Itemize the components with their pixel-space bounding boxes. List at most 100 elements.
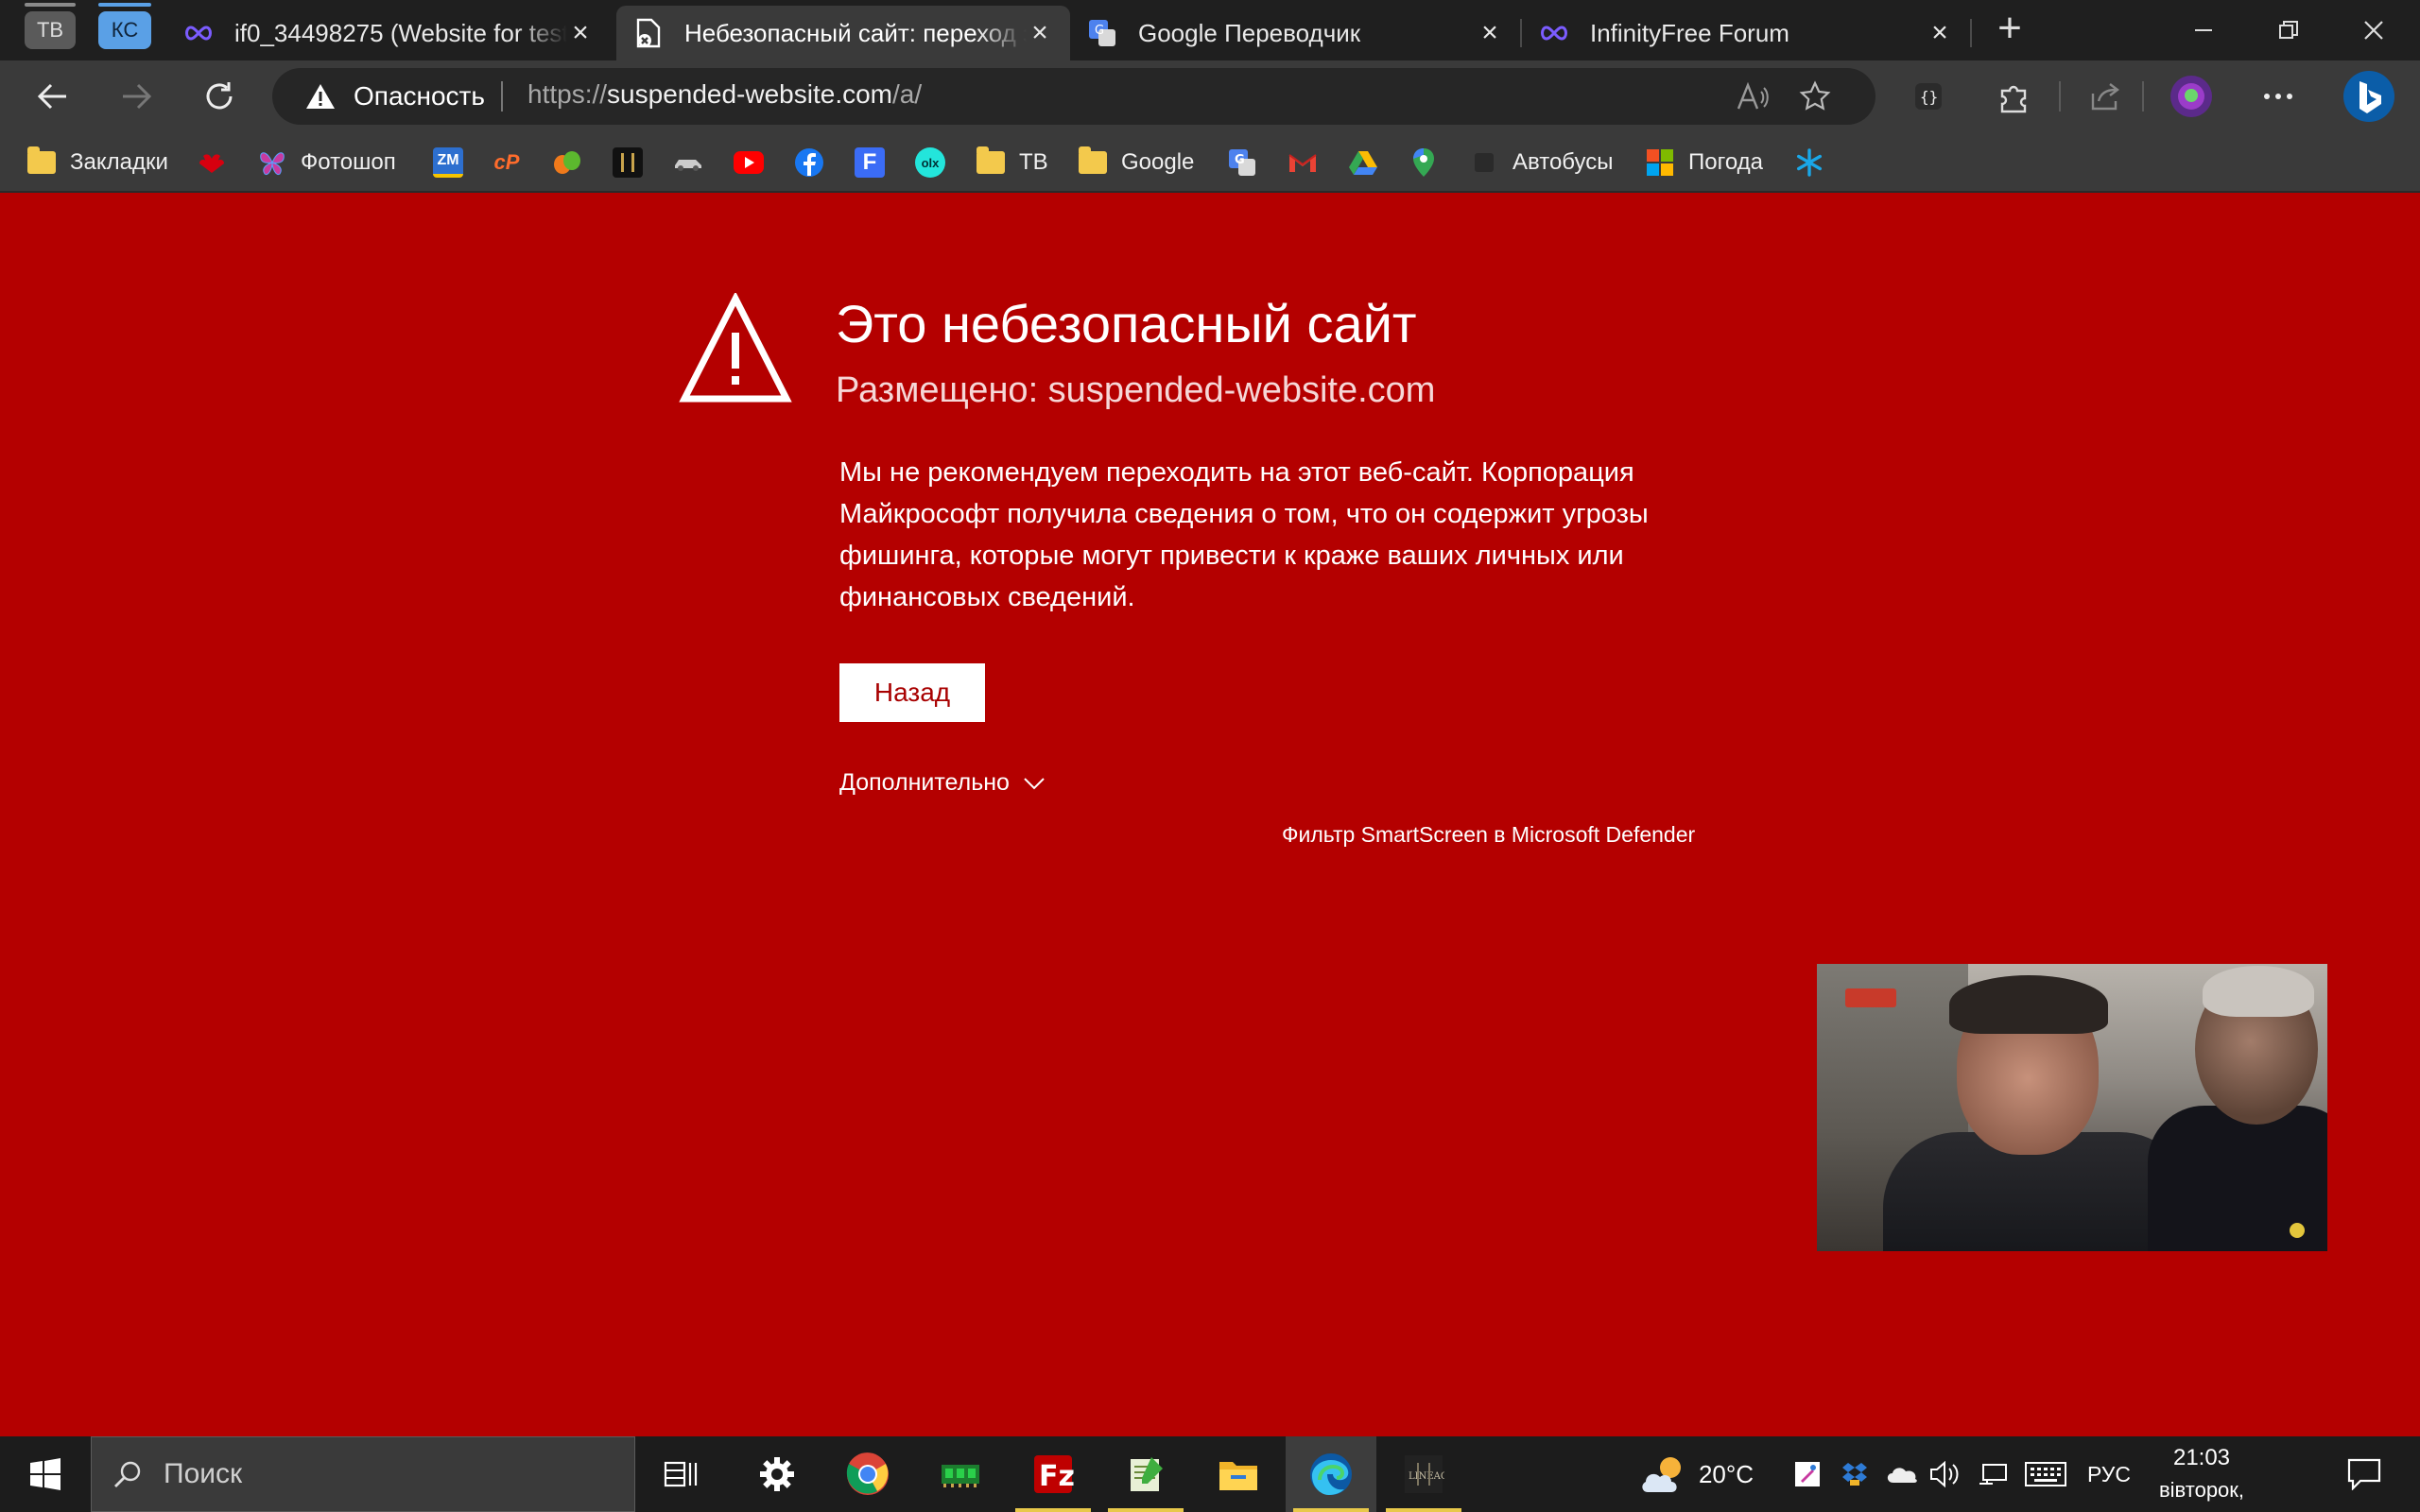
tab-close-button[interactable]: × xyxy=(1477,19,1503,47)
task-view-button[interactable] xyxy=(635,1436,726,1512)
tab-close-button[interactable]: × xyxy=(1027,19,1053,47)
tab-infinityfree-forum[interactable]: InfinityFree Forum × xyxy=(1522,6,1970,60)
tab-close-button[interactable]: × xyxy=(567,19,594,47)
bookmark-youtube[interactable] xyxy=(734,146,764,180)
lineage-app[interactable]: LINEAGE xyxy=(1378,1436,1469,1512)
input-language-indicator[interactable]: РУС xyxy=(2076,1436,2142,1512)
tab-unsafe-site[interactable]: Небезопасный сайт: переход за × xyxy=(616,6,1070,60)
go-back-button[interactable]: Назад xyxy=(839,663,985,722)
tab-title: Небезопасный сайт: переход за xyxy=(684,18,1027,47)
bookmark-photoshop[interactable]: Фотошоп xyxy=(257,146,396,180)
tab-infinityfree-site[interactable]: if0_34498275 (Website for test-k × xyxy=(166,6,611,60)
olx-icon: olx xyxy=(915,147,945,178)
chevron-down-icon xyxy=(1024,777,1045,789)
volume-icon[interactable] xyxy=(1928,1436,1962,1512)
bookmark-zakladki[interactable]: Закладки xyxy=(26,146,168,180)
more-details-label: Дополнительно xyxy=(839,769,1010,796)
more-menu-icon[interactable] xyxy=(2256,74,2301,119)
json-extension-icon[interactable]: {} xyxy=(1906,74,1951,119)
new-tab-button[interactable]: + xyxy=(1989,8,2031,51)
bookmark-leaf[interactable] xyxy=(552,146,582,180)
bookmark-facebook[interactable] xyxy=(794,146,824,180)
tab-group-indicator-kc xyxy=(98,3,151,7)
huawei-icon xyxy=(197,147,227,178)
tab-google-translate[interactable]: G Google Переводчик × xyxy=(1070,6,1520,60)
restore-button[interactable] xyxy=(2256,8,2322,53)
url-text[interactable]: https://suspended-website.com/a/ xyxy=(527,79,922,110)
weather-widget[interactable]: 20°C xyxy=(1630,1436,1762,1512)
notepad-app[interactable] xyxy=(1100,1436,1191,1512)
bookmark-olx[interactable]: olx xyxy=(915,146,945,180)
picture-in-picture-video[interactable] xyxy=(1817,964,2327,1251)
filezilla-app[interactable]: Fz xyxy=(1008,1436,1098,1512)
tab-group-tv[interactable]: ТВ xyxy=(25,11,76,49)
bookmark-label: Google xyxy=(1121,149,1195,175)
bookmark-cpanel[interactable]: cP xyxy=(492,146,522,180)
folder-icon xyxy=(976,146,1006,178)
site-warning-indicator[interactable]: Опасность xyxy=(304,81,485,112)
butterfly-icon xyxy=(257,147,287,178)
start-button[interactable] xyxy=(0,1436,91,1512)
kyivstar-icon xyxy=(1794,147,1824,178)
f-icon: F xyxy=(855,147,885,178)
keyboard-icon[interactable] xyxy=(2023,1436,2068,1512)
more-details-toggle[interactable]: Дополнительно xyxy=(839,769,1046,797)
tab-close-button[interactable]: × xyxy=(1927,19,1953,47)
onedrive-icon[interactable] xyxy=(1885,1436,1919,1512)
forward-arrow-button[interactable] xyxy=(113,74,159,119)
profile-avatar[interactable] xyxy=(2169,74,2214,119)
bookmark-weather[interactable]: Погода xyxy=(1645,146,1763,180)
read-aloud-icon[interactable] xyxy=(1736,79,1770,113)
bookmark-bars[interactable] xyxy=(613,146,643,180)
taskbar-search[interactable]: Поиск xyxy=(91,1436,635,1512)
tab-group-kc[interactable]: КС xyxy=(98,11,151,49)
bookmark-google-maps[interactable] xyxy=(1409,146,1439,180)
favorite-star-icon[interactable] xyxy=(1798,79,1832,113)
bookmark-label: Закладки xyxy=(70,149,168,175)
chrome-app[interactable] xyxy=(822,1436,913,1512)
tray-app-icon[interactable] xyxy=(1838,1436,1872,1512)
refresh-button[interactable] xyxy=(197,74,242,119)
warning-label: Опасность xyxy=(354,81,485,111)
warning-title: Это небезопасный сайт xyxy=(836,294,1417,353)
bookmark-label: Автобусы xyxy=(1512,149,1614,175)
bookmark-zm[interactable]: ZM xyxy=(433,146,463,180)
bookmark-google-folder[interactable]: Google xyxy=(1078,146,1194,180)
notification-icon xyxy=(2347,1458,2381,1490)
bing-copilot-icon[interactable] xyxy=(2339,66,2399,127)
svg-text:Fz: Fz xyxy=(1039,1460,1074,1493)
network-icon[interactable] xyxy=(1976,1436,2010,1512)
settings-icon xyxy=(760,1457,794,1491)
bookmarks-bar: Закладки Фотошоп ZM cP F olx ТВ Google G… xyxy=(0,132,2420,193)
tray-app-icon[interactable] xyxy=(1790,1436,1824,1512)
bookmark-car[interactable] xyxy=(673,146,703,180)
warning-triangle-icon xyxy=(306,84,335,109)
edge-app[interactable] xyxy=(1286,1436,1376,1512)
bookmark-google-drive[interactable] xyxy=(1348,146,1378,180)
close-window-button[interactable] xyxy=(2341,8,2407,53)
tab-title: InfinityFree Forum xyxy=(1590,18,1789,47)
bookmark-f[interactable]: F xyxy=(855,146,885,180)
smartscreen-footer: Фильтр SmartScreen в Microsoft Defender xyxy=(1282,822,1696,847)
toolbar-separator xyxy=(2142,81,2144,112)
address-bar[interactable]: Опасность https://suspended-website.com/… xyxy=(272,68,1876,125)
file-explorer-app[interactable] xyxy=(1193,1436,1284,1512)
bookmark-huawei[interactable] xyxy=(197,146,227,180)
back-arrow-button[interactable] xyxy=(30,74,76,119)
taskbar-clock[interactable]: 21:03 вівторок, 27.6.23 xyxy=(2138,1442,2265,1512)
extensions-puzzle-icon[interactable] xyxy=(1991,74,2036,119)
action-center-button[interactable] xyxy=(2331,1436,2397,1512)
file-explorer-icon xyxy=(1219,1462,1257,1490)
windows-taskbar: Поиск Fz LINEAGE 20°C xyxy=(0,1436,2420,1512)
youtube-icon xyxy=(734,147,764,178)
bookmark-google-translate[interactable]: G xyxy=(1227,146,1257,180)
share-icon[interactable] xyxy=(2083,74,2129,119)
minimize-button[interactable] xyxy=(2170,8,2237,53)
bookmark-tv-folder[interactable]: ТВ xyxy=(976,146,1048,180)
memory-app[interactable] xyxy=(915,1436,1006,1512)
settings-app[interactable] xyxy=(732,1436,822,1512)
bookmark-buses[interactable]: Автобусы xyxy=(1469,146,1614,180)
bookmark-gmail[interactable] xyxy=(1288,146,1318,180)
bookmark-kyivstar[interactable] xyxy=(1794,146,1824,180)
google-translate-icon: G xyxy=(1227,147,1257,178)
